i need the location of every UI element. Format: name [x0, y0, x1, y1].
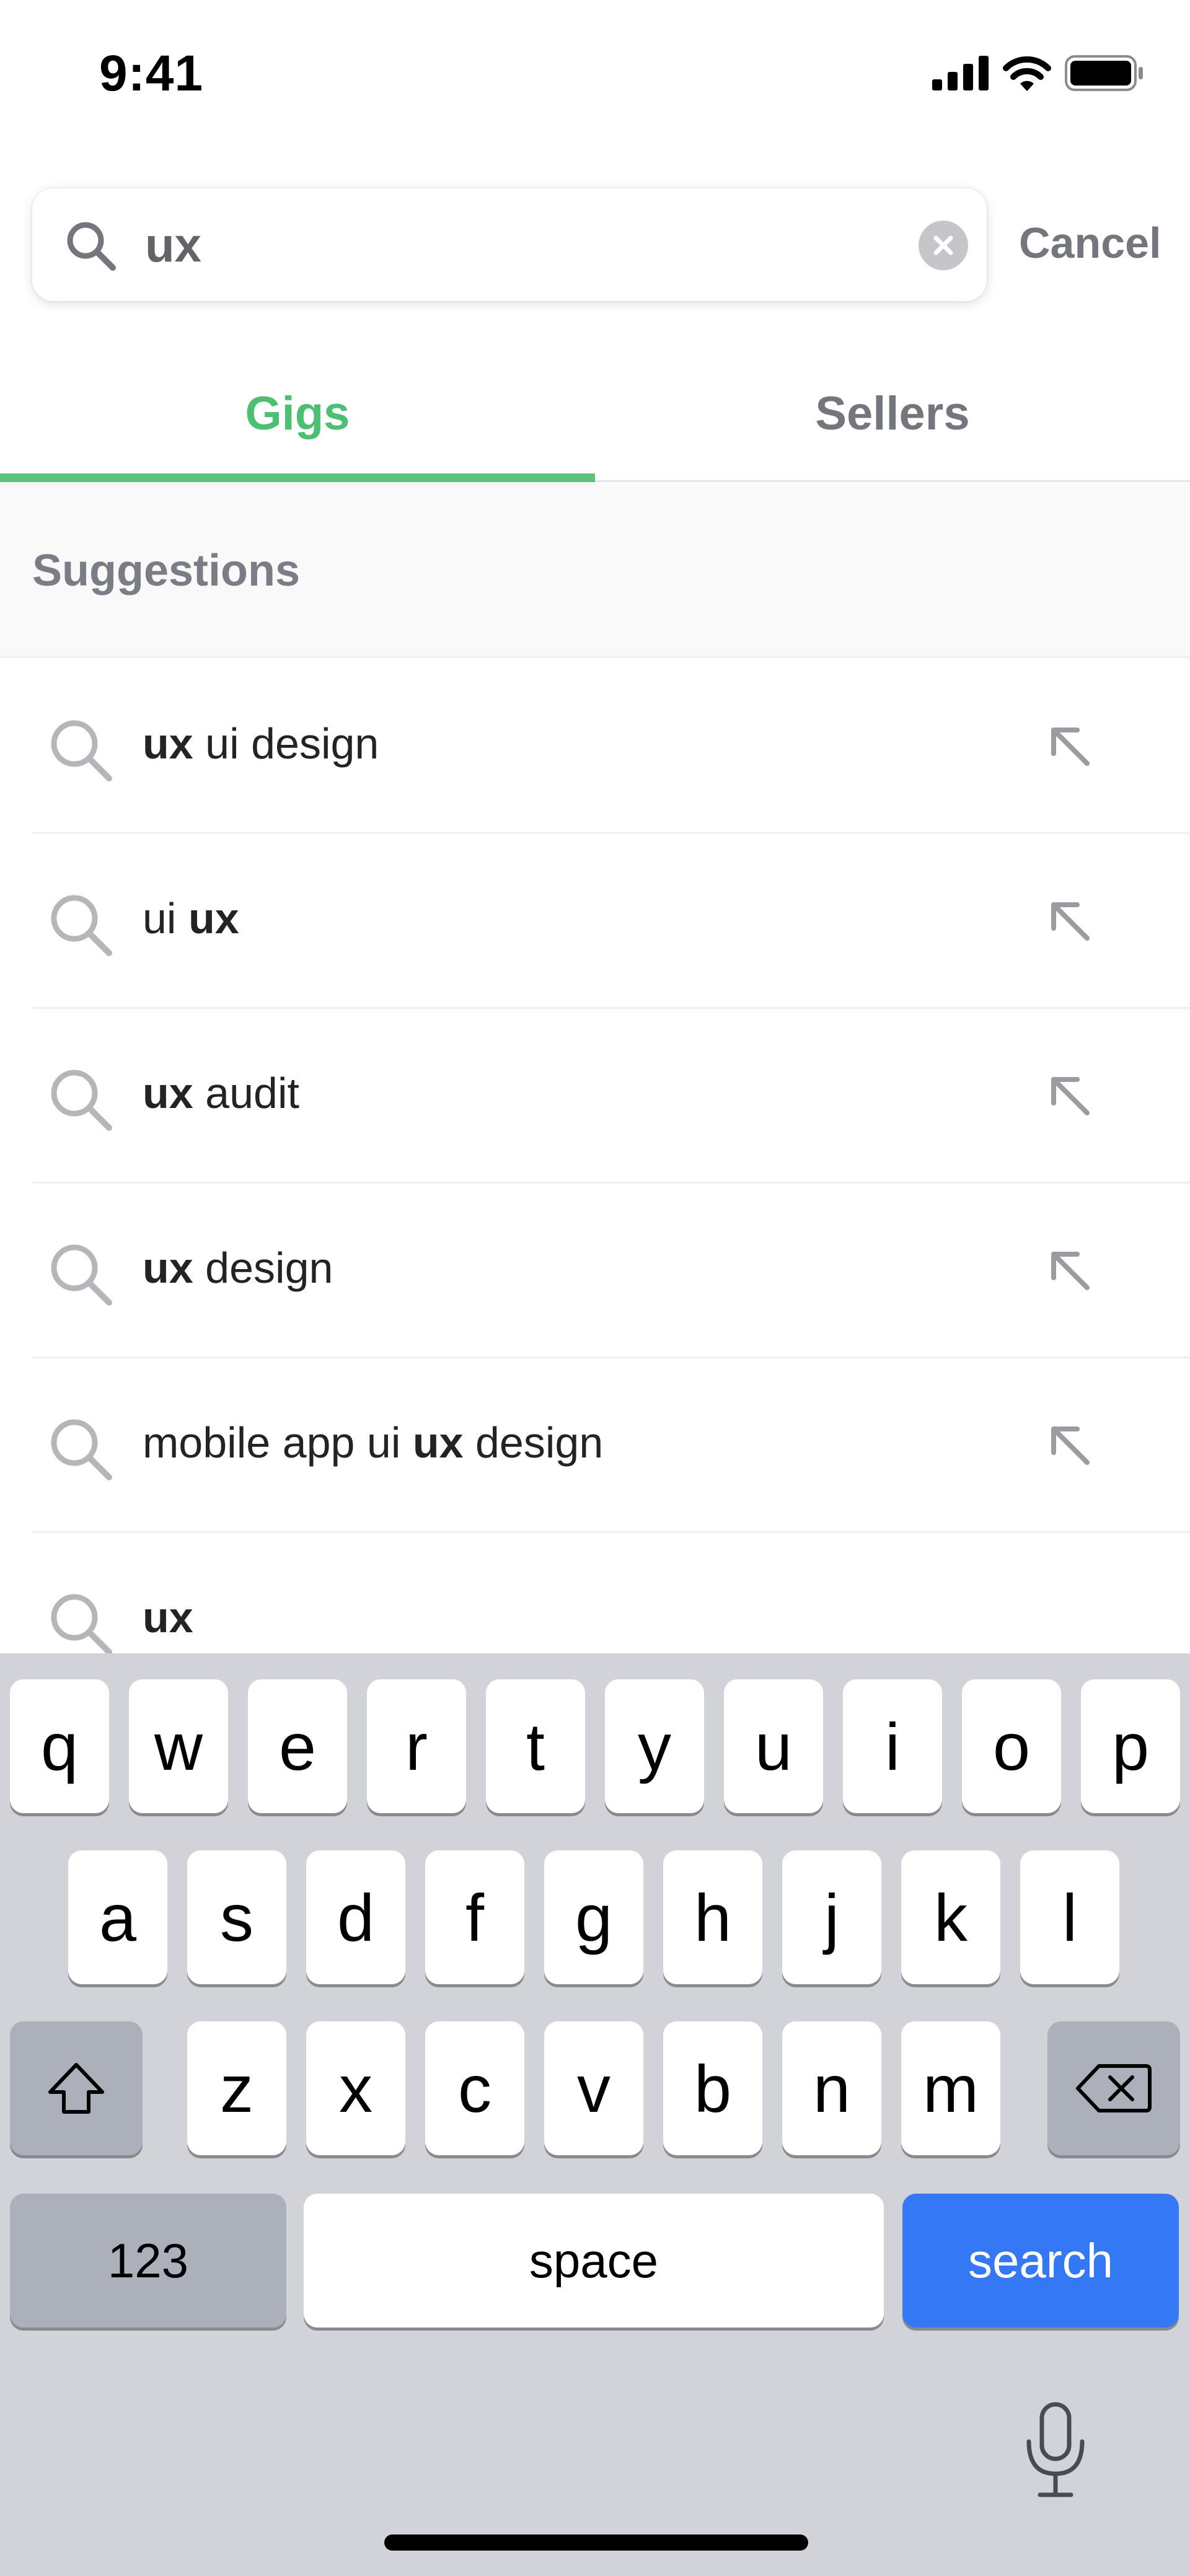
battery-icon: [1065, 55, 1143, 91]
backspace-icon: [1076, 2064, 1152, 2112]
key-a[interactable]: a: [68, 1850, 167, 1984]
key-z[interactable]: z: [187, 2021, 286, 2155]
suggestion-text: ui ux: [143, 894, 239, 943]
search-input[interactable]: [144, 207, 888, 283]
search-icon: [51, 1070, 112, 1131]
key-b[interactable]: b: [663, 2021, 762, 2155]
search-bar[interactable]: [32, 188, 987, 301]
fill-query-arrow-icon[interactable]: [1049, 725, 1093, 770]
search-icon: [51, 895, 112, 956]
suggestion-text: ux audit: [143, 1069, 299, 1117]
delete-key[interactable]: [1047, 2021, 1180, 2155]
key-x[interactable]: x: [306, 2021, 405, 2155]
clear-icon: [933, 235, 953, 255]
search-icon: [51, 720, 112, 781]
suggestion-text: ux ui design: [143, 719, 379, 768]
status-icons: [932, 55, 1144, 92]
key-h[interactable]: h: [663, 1850, 762, 1984]
fill-query-arrow-icon[interactable]: [1049, 1075, 1093, 1119]
suggestion-item[interactable]: ux audit: [32, 1009, 1190, 1184]
key-j[interactable]: j: [782, 1850, 881, 1984]
key-w[interactable]: w: [129, 1679, 228, 1813]
status-bar: 9:41: [0, 0, 1190, 149]
wifi-icon: [1003, 56, 1051, 91]
cancel-button[interactable]: Cancel: [1019, 218, 1161, 268]
suggestion-item[interactable]: ux design: [32, 1184, 1190, 1358]
suggestion-list: ux ui design ui ux ux audit ux design mo…: [0, 659, 1190, 1708]
key-r[interactable]: r: [367, 1679, 466, 1813]
key-c[interactable]: c: [425, 2021, 524, 2155]
space-key[interactable]: space: [304, 2194, 884, 2328]
search-key[interactable]: search: [902, 2194, 1179, 2328]
search-icon: [51, 1594, 112, 1655]
clear-search-button[interactable]: [919, 221, 968, 270]
key-m[interactable]: m: [901, 2021, 1000, 2155]
fill-query-arrow-icon[interactable]: [1049, 1424, 1093, 1469]
shift-icon: [48, 2063, 104, 2114]
key-d[interactable]: d: [306, 1850, 405, 1984]
suggestions-header: Suggestions: [0, 483, 1190, 658]
key-k[interactable]: k: [901, 1850, 1000, 1984]
active-tab-indicator: [0, 473, 595, 482]
shift-key[interactable]: [10, 2021, 143, 2155]
search-icon: [67, 222, 116, 271]
suggestion-text: ux design: [143, 1244, 333, 1292]
key-l[interactable]: l: [1020, 1850, 1119, 1984]
key-v[interactable]: v: [544, 2021, 643, 2155]
key-p[interactable]: p: [1081, 1679, 1180, 1813]
key-i[interactable]: i: [843, 1679, 942, 1813]
cellular-signal-icon: [932, 56, 989, 90]
status-time: 9:41: [99, 45, 204, 102]
key-o[interactable]: o: [962, 1679, 1061, 1813]
suggestion-item[interactable]: ux ui design: [32, 659, 1190, 834]
suggestion-item[interactable]: mobile app ui ux design: [32, 1358, 1190, 1533]
suggestion-text: mobile app ui ux design: [143, 1418, 604, 1467]
fill-query-arrow-icon[interactable]: [1049, 900, 1093, 944]
key-t[interactable]: t: [486, 1679, 585, 1813]
key-n[interactable]: n: [782, 2021, 881, 2155]
search-icon: [51, 1419, 112, 1480]
key-s[interactable]: s: [187, 1850, 286, 1984]
key-f[interactable]: f: [425, 1850, 524, 1984]
microphone-icon[interactable]: [1021, 2401, 1090, 2500]
home-indicator: [384, 2534, 808, 2551]
suggestion-item[interactable]: ui ux: [32, 834, 1190, 1009]
results-tabs: Gigs Sellers: [0, 347, 1190, 482]
suggestions-title: Suggestions: [32, 546, 301, 596]
key-q[interactable]: q: [10, 1679, 109, 1813]
tab-gigs[interactable]: Gigs: [0, 347, 595, 482]
keyboard: q w e r t y u i o p a s d f g h j k l z …: [0, 1653, 1190, 2576]
tab-sellers[interactable]: Sellers: [595, 347, 1190, 480]
tab-sellers-label: Sellers: [815, 387, 970, 440]
suggestion-text: ux: [143, 1593, 193, 1642]
tab-gigs-label: Gigs: [245, 387, 350, 440]
key-y[interactable]: y: [605, 1679, 704, 1813]
search-icon: [51, 1244, 112, 1306]
numbers-key[interactable]: 123: [10, 2194, 286, 2328]
key-g[interactable]: g: [544, 1850, 643, 1984]
key-e[interactable]: e: [248, 1679, 347, 1813]
key-u[interactable]: u: [724, 1679, 823, 1813]
fill-query-arrow-icon[interactable]: [1049, 1249, 1093, 1294]
